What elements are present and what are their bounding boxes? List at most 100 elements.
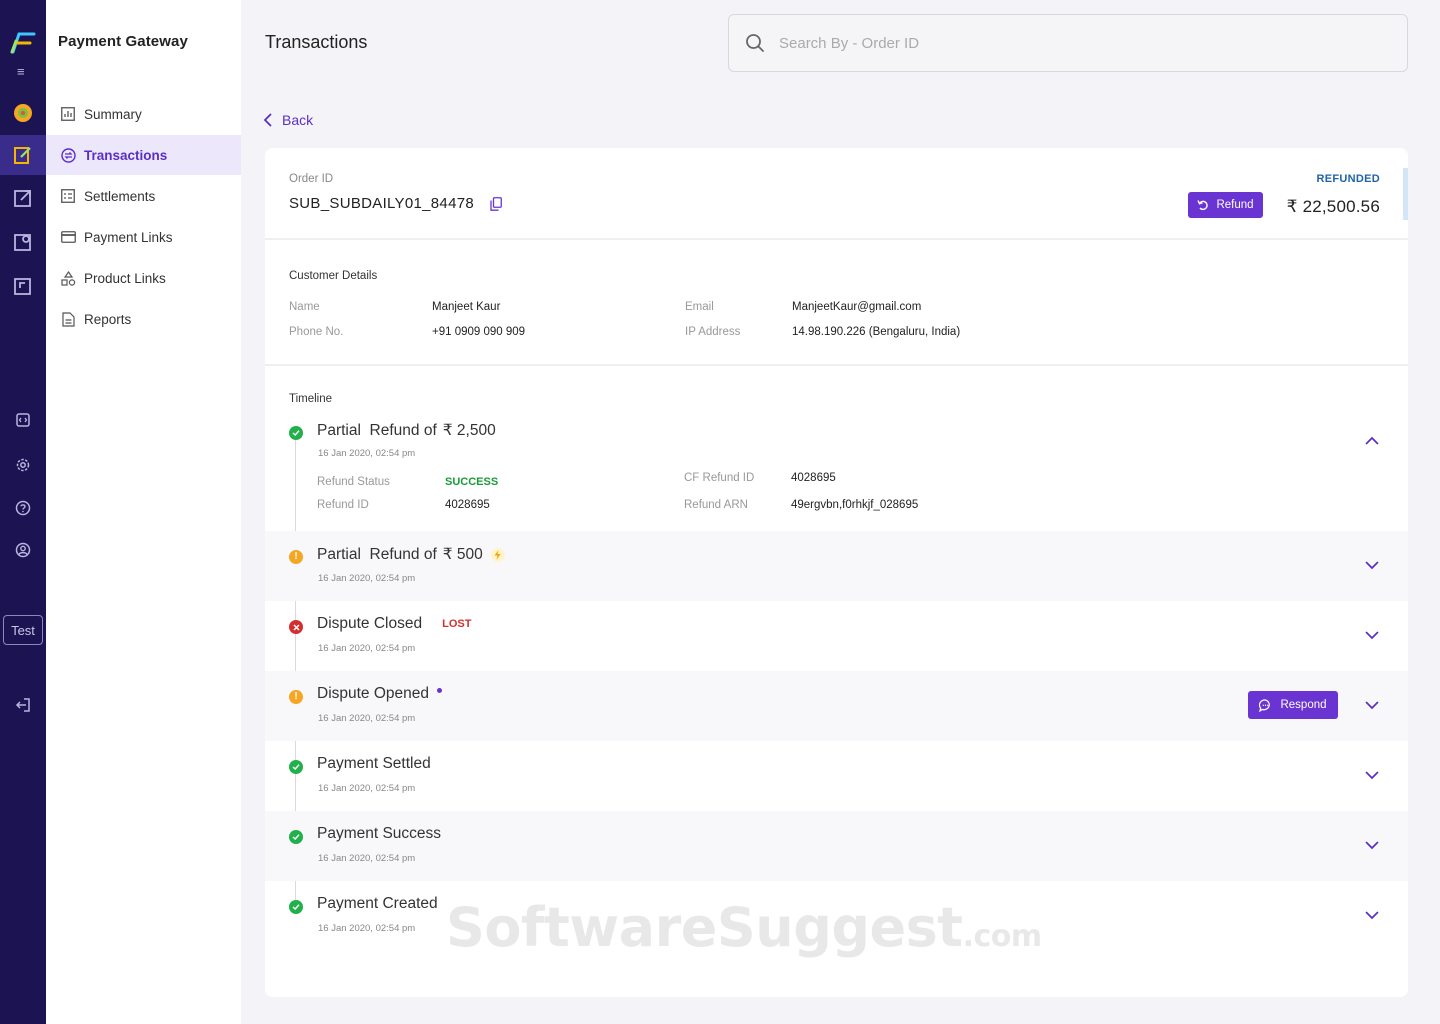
sidebar-item-summary[interactable]: Summary [46,94,241,134]
copy-icon[interactable] [490,196,502,211]
respond-button[interactable]: Respond [1248,691,1338,719]
sidebar-item-settlements[interactable]: Settlements [46,176,241,216]
watermark: SoftwareSuggest.com [446,896,1042,959]
email-value: ManjeetKaur@gmail.com [792,301,922,313]
refund-status-label: Refund Status [317,476,390,488]
phone-label: Phone No. [289,326,344,338]
event-title: Dispute Closed [317,615,423,632]
email-label: Email [685,301,714,313]
event-date: 16 Jan 2020, 02:54 pm [318,573,416,584]
developers-icon[interactable] [0,400,46,440]
event-heading: Partial Refund of ₹ 2,500 [317,421,496,440]
customer-details: Customer Details Name Manjeet Kaur Phone… [265,242,1408,366]
refund-id-label: Refund ID [317,499,369,511]
back-label: Back [282,112,314,128]
lost-badge: LOST [442,618,472,630]
logout-icon[interactable] [0,685,46,725]
event-title: Partial Refund of [317,545,437,563]
order-status-badge: REFUNDED [1316,173,1380,185]
chevron-down-icon[interactable] [1365,841,1379,850]
success-check-icon [289,426,303,440]
subscriptions-icon[interactable] [0,222,46,262]
verification-icon[interactable] [0,266,46,306]
chat-icon [1259,698,1271,712]
bar-chart-icon [60,106,76,122]
chevron-down-icon[interactable] [1365,911,1379,920]
payouts-icon[interactable] [0,178,46,218]
watermark-suffix: .com [962,919,1043,954]
timeline-title: Timeline [289,393,333,405]
order-amount: ₹ 22,500.56 [1286,197,1380,216]
chevron-left-icon [263,113,272,127]
event-heading: Payment Settled [317,755,431,773]
help-icon[interactable] [0,488,46,528]
timeline-event[interactable]: Partial Refund of ₹ 2,500 16 Jan 2020, 0… [265,418,1408,530]
sidebar-item-label: Payment Links [84,229,173,245]
search-icon [746,34,764,52]
product-switcher-icon[interactable] [0,93,46,133]
event-title: Dispute Opened [317,685,430,702]
sidebar-item-reports[interactable]: Reports [46,299,241,339]
chevron-down-icon[interactable] [1365,561,1379,570]
order-id-label: Order ID [289,173,334,185]
card-icon [60,229,76,245]
settings-icon[interactable] [0,445,46,485]
timeline-event[interactable]: ! Partial Refund of ₹ 500 16 Jan 2020, 0… [265,531,1408,601]
event-heading: Partial Refund of ₹ 500 [317,545,505,564]
event-heading: Payment Created [317,895,438,913]
name-label: Name [289,301,320,313]
event-date: 16 Jan 2020, 02:54 pm [318,923,416,934]
event-title: Payment Success [317,825,442,842]
customer-details-title: Customer Details [289,270,378,282]
sidebar: Payment Gateway Summary Transactions Set… [46,0,241,1024]
respond-button-label: Respond [1280,699,1327,711]
menu-icon[interactable]: ≡ [17,65,25,78]
timeline-event[interactable]: Dispute Closed LOST 16 Jan 2020, 02:54 p… [265,601,1408,671]
warning-icon: ! [289,550,303,564]
refund-id-value: 4028695 [445,499,490,511]
cf-refund-id-label: CF Refund ID [684,472,755,484]
timeline-event[interactable]: ! Dispute Opened 16 Jan 2020, 02:54 pm R… [265,671,1408,741]
profile-icon[interactable] [0,530,46,570]
document-icon [60,311,76,327]
environment-badge[interactable]: Test [3,615,43,645]
sidebar-title: Payment Gateway [58,33,188,50]
chevron-down-icon[interactable] [1365,631,1379,640]
cf-refund-id-value: 4028695 [791,472,836,484]
sidebar-nav: Summary Transactions Settlements Payment… [46,94,241,340]
event-title: Payment Settled [317,755,431,772]
timeline-event[interactable]: Payment Settled 16 Jan 2020, 02:54 pm [265,741,1408,811]
cashfree-logo[interactable] [10,30,36,54]
refund-button[interactable]: Refund [1188,192,1263,218]
scroll-indicator [1403,168,1408,220]
timeline-event[interactable]: Payment Success 16 Jan 2020, 02:54 pm [265,811,1408,881]
name-value: Manjeet Kaur [432,301,501,313]
sidebar-item-product-links[interactable]: Product Links [46,258,241,298]
order-id: SUB_SUBDAILY01_84478 [289,195,502,212]
sidebar-item-label: Product Links [84,270,166,286]
search-input[interactable] [779,34,1379,52]
search-bar[interactable] [728,14,1408,72]
settlements-icon [60,188,76,204]
event-amount: ₹ 2,500 [442,422,496,439]
event-heading: Payment Success [317,825,441,843]
event-date: 16 Jan 2020, 02:54 pm [318,643,416,654]
sidebar-item-label: Summary [84,106,142,122]
event-date: 16 Jan 2020, 02:54 pm [318,713,416,724]
payment-gateway-icon[interactable] [0,135,46,175]
sidebar-item-payment-links[interactable]: Payment Links [46,217,241,257]
chevron-down-icon[interactable] [1365,701,1379,710]
sidebar-item-transactions[interactable]: Transactions [46,135,241,175]
sidebar-item-label: Transactions [84,147,168,163]
undo-icon [1197,200,1209,211]
order-header: Order ID SUB_SUBDAILY01_84478 REFUNDED R… [265,148,1408,240]
sidebar-item-label: Settlements [84,188,156,204]
icon-rail: ≡ Test [0,0,46,1024]
back-link[interactable]: Back [263,112,313,128]
success-check-icon [289,760,303,774]
event-date: 16 Jan 2020, 02:54 pm [318,448,416,459]
chevron-down-icon[interactable] [1365,771,1379,780]
event-amount: ₹ 500 [442,546,483,563]
chevron-up-icon[interactable] [1365,436,1379,445]
refund-status-value: SUCCESS [445,476,499,488]
